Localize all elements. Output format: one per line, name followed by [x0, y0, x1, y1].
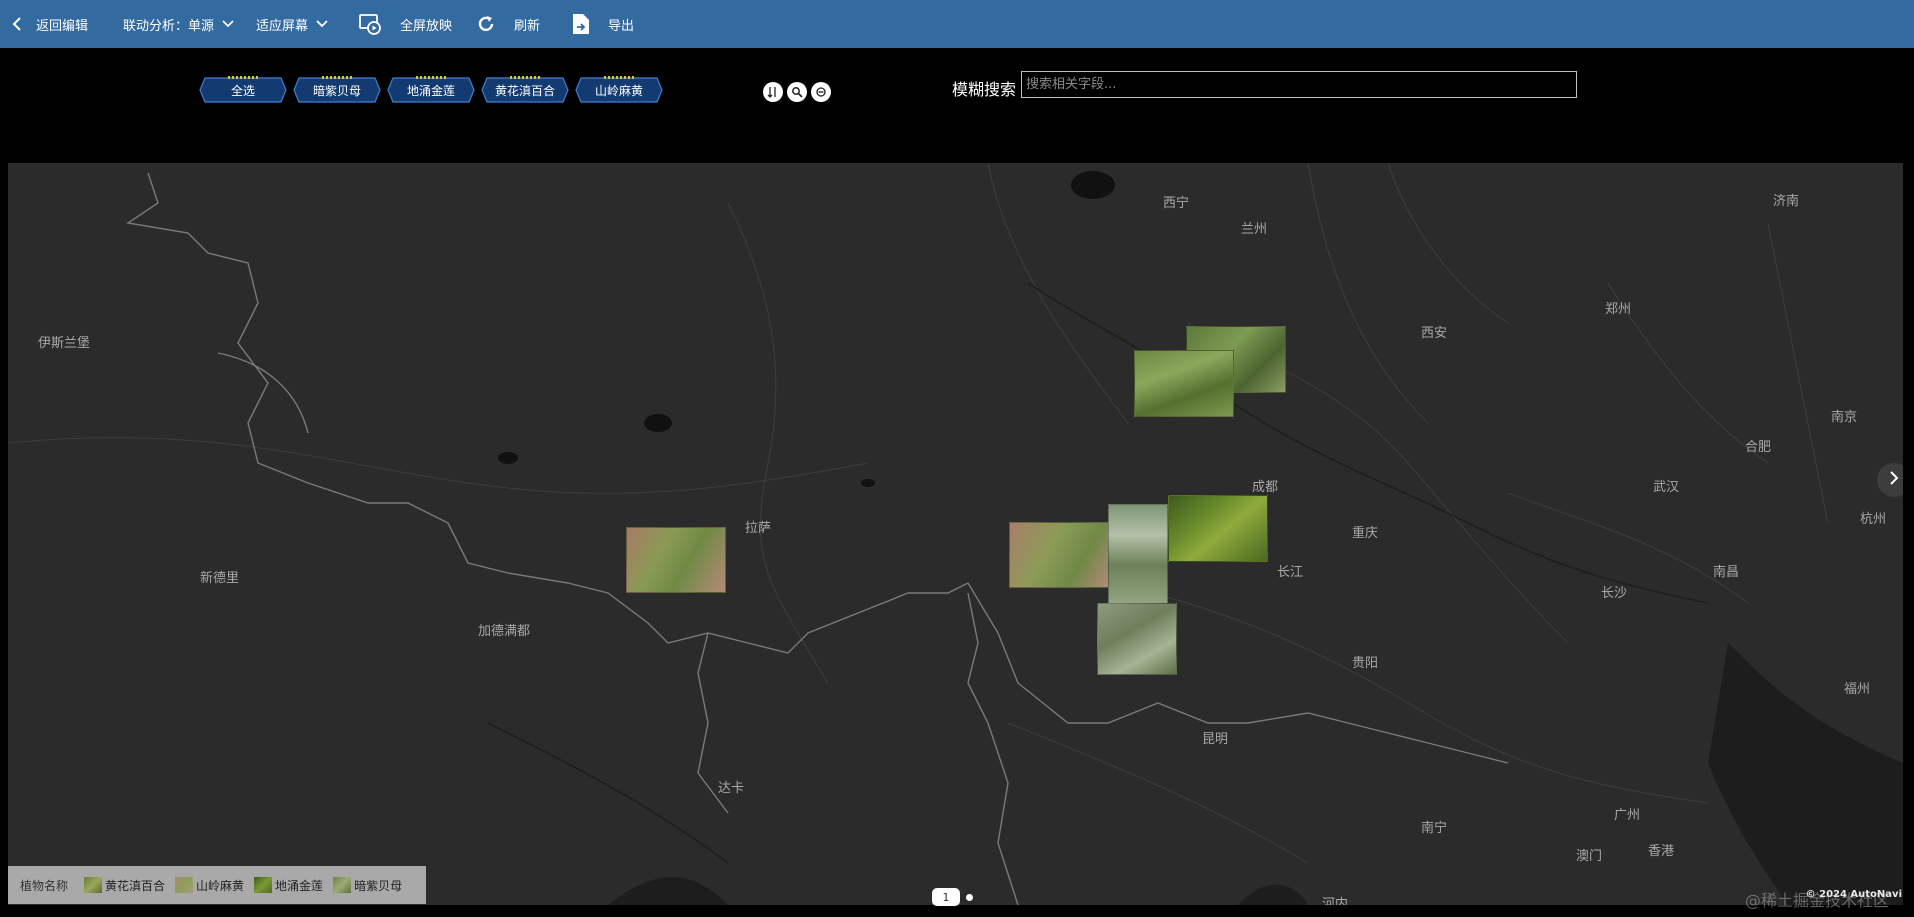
chevron-down-icon	[316, 20, 328, 28]
city-label: 长江	[1277, 565, 1304, 580]
fullscreen-play-button[interactable]: 全屏放映	[358, 0, 452, 48]
screen-play-icon	[358, 12, 382, 36]
city-label: 福州	[1844, 682, 1871, 697]
city-label: 合肥	[1745, 440, 1772, 455]
refresh-label: 刷新	[514, 18, 541, 34]
pager: 1	[932, 888, 973, 906]
page-dot[interactable]	[966, 893, 973, 901]
plant-photo-marker[interactable]	[1108, 504, 1168, 606]
export-label: 导出	[608, 18, 635, 34]
refresh-button[interactable]: 刷新	[476, 0, 540, 48]
plant-photo-marker[interactable]	[1097, 603, 1177, 675]
city-label: 重庆	[1352, 526, 1379, 541]
city-label: 广州	[1614, 808, 1641, 823]
city-label: 济南	[1773, 194, 1800, 209]
sort-icon[interactable]	[763, 82, 783, 102]
plant-photo-marker[interactable]	[1134, 350, 1234, 417]
city-label: 郑州	[1605, 302, 1632, 317]
city-label: 西宁	[1163, 196, 1190, 211]
city-label: 新德里	[200, 571, 240, 586]
map-tools	[763, 82, 831, 102]
search-icon[interactable]	[787, 82, 807, 102]
city-label: 河内	[1322, 897, 1349, 905]
filter-indicator	[416, 76, 446, 79]
filter-fritillaria[interactable]: 暗紫贝母	[293, 76, 381, 103]
city-label: 昆明	[1202, 732, 1229, 747]
chevron-down-icon	[222, 20, 234, 28]
map-copyright: © 2024 AutoNavi	[1805, 889, 1902, 900]
fit-screen-dropdown[interactable]: 适应屏幕	[256, 0, 328, 48]
plant-photo-marker[interactable]	[626, 527, 726, 593]
legend-swatch	[175, 877, 194, 893]
filter-indicator	[322, 76, 352, 79]
city-label: 伊斯兰堡	[38, 336, 91, 351]
refresh-icon	[476, 14, 496, 34]
city-label: 澳门	[1576, 849, 1603, 864]
city-label: 杭州	[1860, 512, 1887, 527]
map-view[interactable]: 西宁 兰州 济南 郑州 西安 伊斯兰堡 南京 合肥 成都 武汉 杭州 拉萨 重庆…	[8, 163, 1903, 905]
filter-indicator	[228, 76, 258, 79]
linkage-analysis-dropdown[interactable]: 联动分析：单源	[123, 0, 234, 48]
city-label: 加德满都	[478, 624, 531, 639]
legend-item-ephedra[interactable]: 山岭麻黄	[175, 877, 244, 894]
chevron-right-icon	[1889, 470, 1899, 490]
top-toolbar: 返回编辑 联动分析：单源 适应屏幕 全屏放映 刷新 导出	[0, 0, 1914, 48]
city-label: 拉萨	[745, 521, 772, 536]
chevron-left-icon	[12, 17, 22, 31]
city-label: 贵阳	[1352, 656, 1379, 671]
file-export-icon	[572, 13, 590, 35]
legend-swatch	[254, 877, 273, 893]
map-boundaries	[8, 163, 1903, 905]
legend-swatch	[333, 877, 352, 893]
back-to-edit-label: 返回编辑	[36, 18, 89, 34]
city-label: 南昌	[1713, 565, 1740, 580]
legend-item-fritillaria[interactable]: 暗紫贝母	[333, 877, 402, 894]
fit-screen-label: 适应屏幕	[256, 18, 309, 34]
city-label: 西安	[1421, 326, 1448, 341]
legend-item-musella[interactable]: 地涌金莲	[254, 877, 323, 894]
export-button[interactable]: 导出	[572, 0, 634, 48]
fuzzy-search-input[interactable]	[1021, 71, 1577, 98]
city-label: 香港	[1648, 844, 1675, 859]
legend-item-lilium[interactable]: 黄花滇百合	[84, 877, 165, 894]
city-label: 长沙	[1601, 586, 1628, 601]
plant-legend: 植物名称 黄花滇百合 山岭麻黄 地涌金莲 暗紫贝母	[8, 866, 426, 904]
city-label: 南宁	[1421, 821, 1448, 836]
plant-photo-marker[interactable]	[1009, 522, 1109, 588]
city-label: 南京	[1831, 410, 1858, 425]
plant-filter-group: 全选 暗紫贝母 地涌金莲 黄花滇百合 山岭麻黄	[199, 76, 663, 103]
filter-select-all[interactable]: 全选	[199, 76, 287, 103]
filter-indicator	[604, 76, 634, 79]
reset-icon[interactable]	[811, 82, 831, 102]
next-page-button[interactable]	[1877, 463, 1903, 497]
page-number-current[interactable]: 1	[932, 888, 960, 906]
back-to-edit-button[interactable]: 返回编辑	[12, 0, 88, 48]
filter-indicator	[510, 76, 540, 79]
city-label: 兰州	[1241, 222, 1268, 237]
filter-musella[interactable]: 地涌金莲	[387, 76, 475, 103]
fullscreen-play-label: 全屏放映	[400, 18, 453, 34]
filter-ephedra[interactable]: 山岭麻黄	[575, 76, 663, 103]
plant-photo-marker[interactable]	[1168, 495, 1268, 562]
city-label: 武汉	[1653, 480, 1680, 495]
legend-title: 植物名称	[20, 878, 69, 893]
filter-lilium[interactable]: 黄花滇百合	[481, 76, 569, 103]
legend-swatch	[84, 877, 103, 893]
city-label: 成都	[1252, 480, 1279, 495]
linkage-analysis-label: 联动分析：单源	[123, 18, 215, 34]
city-label: 达卡	[718, 781, 745, 796]
fuzzy-search-label: 模糊搜索	[952, 80, 1017, 99]
